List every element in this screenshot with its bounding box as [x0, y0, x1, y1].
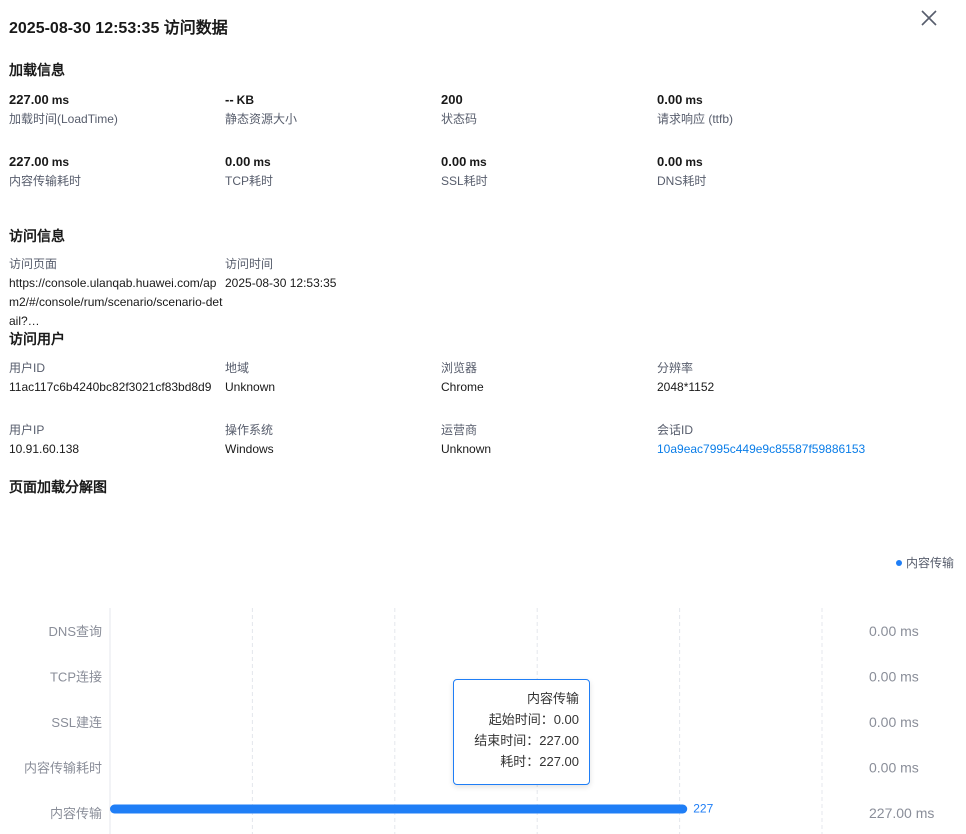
metric-label: DNS耗时 [657, 174, 707, 188]
field-label: 运营商 [441, 423, 478, 437]
chart-category-labels: DNS查询 TCP连接 SSL建连内容传输耗时内容传输 [24, 624, 102, 821]
chart-bars: 227 [110, 802, 714, 816]
metric-ttfb: 0.00 ms 请求响应 (ttfb) [657, 91, 867, 127]
metric-unit: ms [469, 155, 487, 169]
visit-time-value: 2025-08-30 12:53:35 [225, 276, 337, 290]
session-id-link[interactable]: 10a9eac7995c449e9c85587f59886153 [657, 440, 957, 459]
metric-value: 0.00 [225, 154, 251, 169]
metric-value: 200 [441, 92, 463, 107]
chart-tooltip: 内容传输 起始时间：0.00 结束时间：227.00 耗时：227.00 [453, 679, 590, 785]
category-label: DNS查询 [49, 624, 102, 639]
metric-label: SSL耗时 [441, 174, 488, 188]
category-label: 内容传输耗时 [24, 761, 102, 776]
tooltip-title: 内容传输 [526, 691, 579, 706]
metric-ssl: 0.00 ms SSL耗时 [441, 153, 651, 189]
field-label: 访问页面 [9, 257, 58, 271]
visit-user-title: 访问用户 [9, 331, 65, 347]
right-value-label: 0.00 ms [869, 623, 919, 639]
field-label: 用户ID [9, 361, 46, 375]
metric-label: TCP耗时 [225, 174, 274, 188]
tooltip-duration: 耗时：227.00 [500, 754, 579, 769]
user-id-field: 用户ID 11ac117c6b4240bc82f3021cf83bd8d9 [9, 360, 223, 397]
field-value: 10.91.60.138 [9, 442, 80, 456]
category-label: 内容传输 [50, 806, 102, 821]
field-value: Unknown [225, 380, 276, 394]
field-label: 操作系统 [225, 423, 274, 437]
metric-label: 状态码 [441, 112, 478, 126]
visit-page-url: https://console.ulanqab.huawei.com/apm2/… [9, 276, 223, 328]
field-value: Chrome [441, 380, 484, 394]
load-info-title: 加载信息 [9, 62, 65, 78]
metric-label: 加载时间(LoadTime) [9, 112, 118, 126]
right-value-label: 0.00 ms [869, 714, 919, 730]
metric-tcp: 0.00 ms TCP耗时 [225, 153, 435, 189]
metric-value: 227.00 [9, 154, 49, 169]
os-field: 操作系统 Windows [225, 422, 439, 459]
resolution-field: 分辨率 2048*1152 [657, 360, 871, 397]
field-label: 访问时间 [225, 257, 274, 271]
bar-content-transfer [110, 804, 688, 814]
metric-unit: ms [51, 155, 70, 169]
metric-unit: ms [685, 93, 703, 107]
metric-value: 0.00 [657, 154, 683, 169]
right-value-label: 0.00 ms [869, 760, 919, 776]
region-field: 地域 Unknown [225, 360, 439, 397]
session-id-field: 会话ID 10a9eac7995c449e9c85587f59886153 [657, 422, 957, 459]
tooltip-start: 起始时间：0.00 [488, 712, 579, 727]
metric-unit: ms [253, 155, 271, 169]
category-label: TCP连接 [50, 670, 102, 685]
browser-field: 浏览器 Chrome [441, 360, 655, 397]
metric-dns: 0.00 ms DNS耗时 [657, 153, 867, 189]
right-value-label: 0.00 ms [869, 669, 919, 685]
field-label: 会话ID [657, 423, 694, 437]
category-label: SSL建连 [51, 715, 102, 730]
chart-legend[interactable]: 内容传输 [896, 554, 954, 571]
metric-unit: ms [51, 93, 70, 107]
dialog-title: 2025-08-30 12:53:35 访问数据 [9, 20, 228, 37]
field-value: Unknown [441, 442, 492, 456]
bar-value-label: 227 [693, 802, 713, 816]
metric-value: -- [225, 92, 234, 107]
metric-value: 0.00 [441, 154, 467, 169]
tooltip-end: 结束时间：227.00 [474, 733, 579, 748]
metric-unit: ms [685, 155, 703, 169]
user-ip-field: 用户IP 10.91.60.138 [9, 422, 223, 459]
metric-label: 内容传输耗时 [9, 174, 82, 188]
metric-label: 请求响应 (ttfb) [657, 112, 734, 126]
chart-right-labels: 0.00 ms 0.00 ms 0.00 ms 0.00 ms 227.00 ms [869, 623, 934, 821]
carrier-field: 运营商 Unknown [441, 422, 655, 459]
legend-label: 内容传输 [906, 556, 955, 570]
breakdown-title: 页面加载分解图 [9, 479, 107, 495]
field-value: 2048*1152 [657, 380, 715, 394]
visit-info-title: 访问信息 [9, 228, 65, 244]
visit-page-field: 访问页面 https://console.ulanqab.huawei.com/… [9, 256, 223, 331]
metric-unit: KB [236, 93, 255, 107]
field-label: 用户IP [9, 423, 45, 437]
legend-dot [896, 559, 902, 566]
field-value: 11ac117c6b4240bc82f3021cf83bd8d9 [9, 380, 212, 394]
field-label: 分辨率 [657, 361, 694, 375]
metric-label: 静态资源大小 [225, 112, 298, 126]
field-label: 地域 [225, 361, 250, 375]
right-value-label: 227.00 ms [869, 805, 934, 821]
metric-status-code: 200 状态码 [441, 91, 651, 127]
visit-time-field: 访问时间 2025-08-30 12:53:35 [225, 256, 439, 293]
metric-load-time: 227.00 ms 加载时间(LoadTime) [9, 91, 219, 127]
metric-content-transfer: 227.00 ms 内容传输耗时 [9, 153, 219, 189]
metric-value: 0.00 [657, 92, 683, 107]
metric-value: 227.00 [9, 92, 49, 107]
field-value: Windows [225, 442, 274, 456]
field-label: 浏览器 [441, 361, 478, 375]
close-icon[interactable] [918, 7, 940, 29]
metric-static-size: -- KB 静态资源大小 [225, 91, 435, 127]
